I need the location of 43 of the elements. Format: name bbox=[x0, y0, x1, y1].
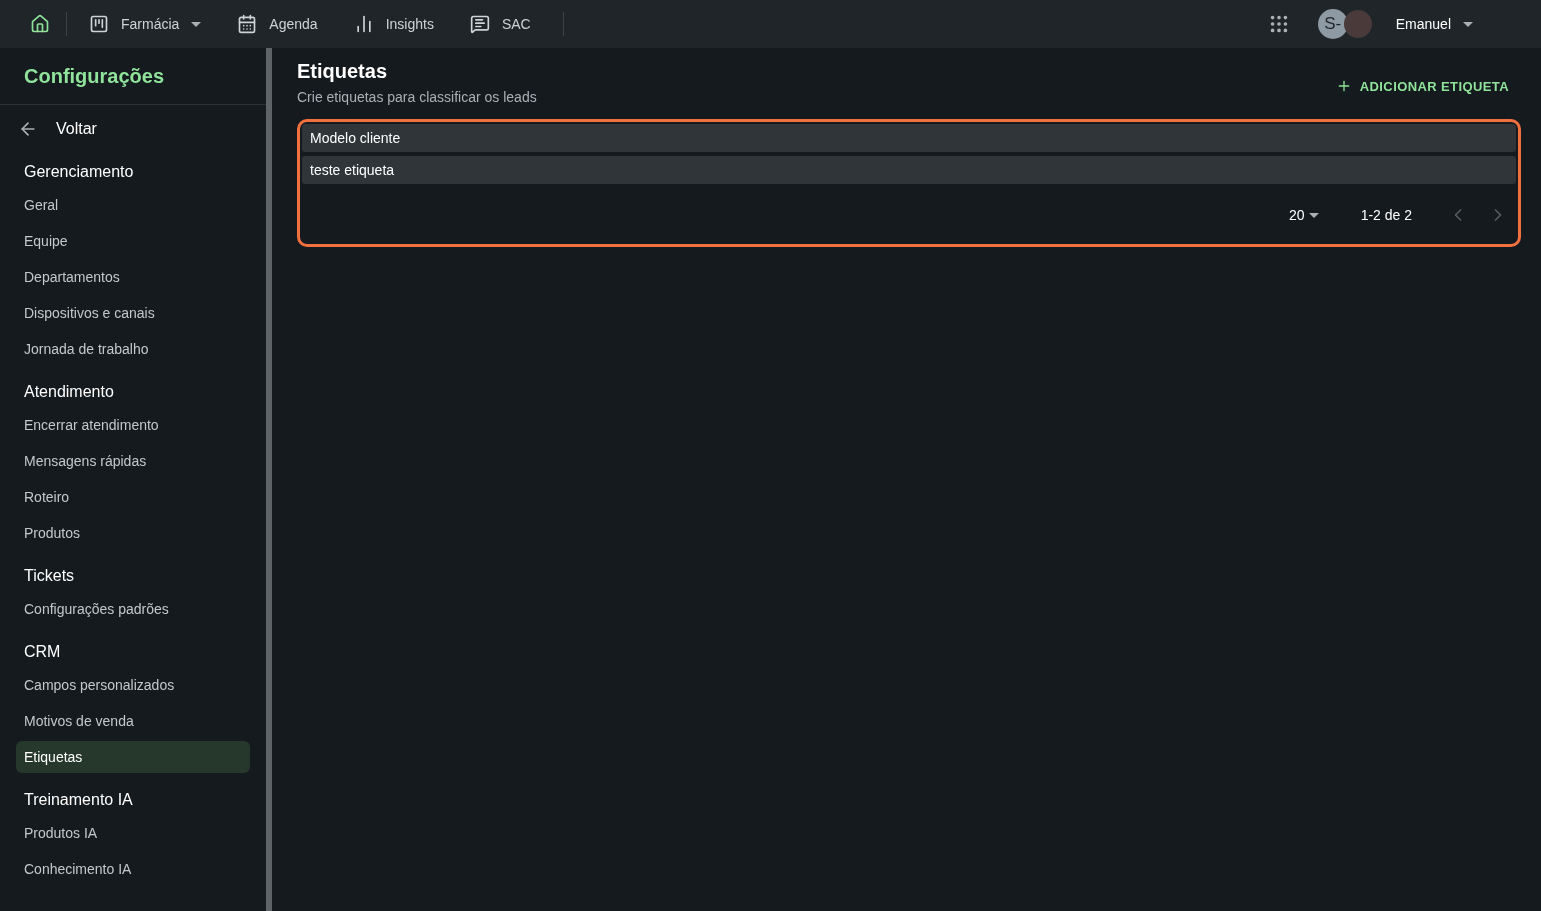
sidebar-item[interactable]: Produtos IA bbox=[16, 817, 250, 849]
sidebar-title: Configurações bbox=[0, 48, 266, 105]
sidebar-item[interactable]: Motivos de venda bbox=[16, 705, 250, 737]
photo-placeholder bbox=[1343, 10, 1372, 38]
sidebar-item[interactable]: Departamentos bbox=[16, 261, 250, 293]
sidebar-item[interactable]: Configurações padrões bbox=[16, 593, 250, 625]
page-title: Etiquetas bbox=[297, 60, 389, 83]
section-heading: Gerenciamento bbox=[23, 162, 135, 182]
nav-link[interactable]: SAC bbox=[459, 8, 541, 40]
caret-icon bbox=[191, 21, 202, 27]
sidebar-item[interactable]: Equipe bbox=[16, 225, 250, 257]
nav-icon bbox=[469, 14, 490, 34]
sidebar-item[interactable]: Jornada de trabalho bbox=[16, 333, 250, 365]
section-heading: Tickets bbox=[23, 566, 76, 586]
rows-per-page-select[interactable]: 20 bbox=[1283, 206, 1325, 224]
sidebar-item[interactable]: Etiquetas bbox=[16, 741, 250, 773]
sidebar-item[interactable]: Roteiro bbox=[16, 481, 250, 513]
page-subtitle: Crie etiquetas para classificar os leads bbox=[297, 89, 537, 105]
back-button[interactable]: Voltar bbox=[0, 105, 266, 147]
sidebar-item[interactable]: Conhecimento IA bbox=[16, 853, 250, 885]
sidebar-item[interactable]: Geral bbox=[16, 189, 250, 221]
nav-link[interactable]: Agenda bbox=[227, 8, 328, 40]
sidebar-item[interactable]: Dispositivos e canais bbox=[16, 297, 250, 329]
table-row[interactable]: teste etiqueta bbox=[302, 156, 1516, 184]
user-menu[interactable]: Emanuel bbox=[1387, 12, 1481, 36]
caret-icon bbox=[1463, 21, 1473, 27]
section-heading: CRM bbox=[23, 642, 62, 662]
add-tag-button[interactable]: ADICIONAR ETIQUETA bbox=[1323, 70, 1521, 102]
home-icon bbox=[30, 14, 50, 34]
caret-icon bbox=[1308, 212, 1319, 218]
sidebar-item[interactable]: Encerrar atendimento bbox=[16, 409, 250, 441]
workspace-dropdown[interactable]: Farmácia bbox=[79, 8, 212, 40]
nav-icon bbox=[237, 14, 258, 34]
sidebar-item[interactable]: Produtos bbox=[16, 517, 250, 549]
section-heading: Treinamento IA bbox=[23, 790, 134, 810]
section-heading: Atendimento bbox=[23, 382, 115, 402]
board-icon bbox=[89, 14, 109, 34]
sidebar-item[interactable]: Campos personalizados bbox=[16, 669, 250, 701]
sidebar-item[interactable]: Mensagens rápidas bbox=[16, 445, 250, 477]
table-row[interactable]: Modelo cliente bbox=[302, 124, 1516, 152]
avatar-initials: S- bbox=[1317, 9, 1348, 39]
nav-link[interactable]: Insights bbox=[343, 8, 444, 40]
pagination-range: 1-2 de 2 bbox=[1360, 207, 1412, 223]
